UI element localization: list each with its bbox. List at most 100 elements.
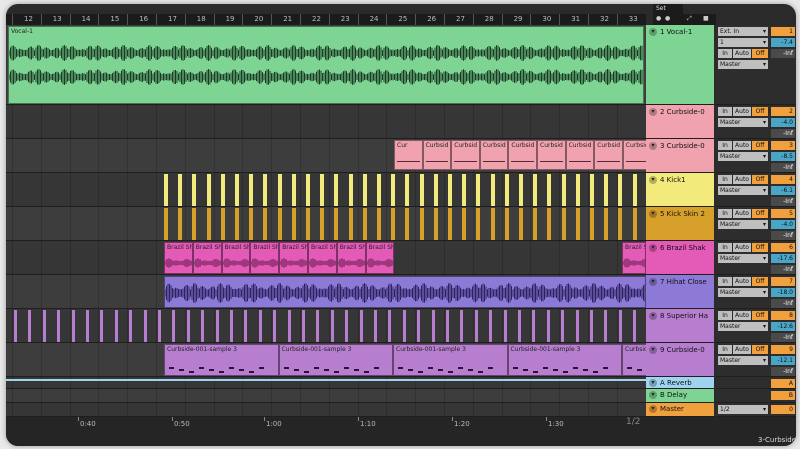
fold-arrow-icon[interactable]: ▾ <box>649 391 657 399</box>
track-number[interactable]: 1 <box>771 27 795 36</box>
clip-superior-hat[interactable] <box>489 310 493 342</box>
send-value[interactable]: -Inf <box>771 197 795 206</box>
clip-superior-hat[interactable] <box>446 310 449 342</box>
clip-kick[interactable] <box>618 174 623 206</box>
monitor-in-button[interactable]: In <box>718 175 732 184</box>
clip-kick-skin[interactable] <box>334 208 339 240</box>
clip-hihat[interactable] <box>164 276 646 308</box>
clip-kick[interactable] <box>291 174 296 206</box>
add-icon[interactable]: ● <box>665 15 670 22</box>
clip-curbside[interactable]: Curbsid <box>565 140 595 170</box>
clip-kick-skin[interactable] <box>306 208 310 240</box>
clip-brazil-shaker[interactable]: Brazil Sh <box>308 242 337 274</box>
clip-superior-hat[interactable] <box>42 310 46 342</box>
return-number[interactable]: A <box>771 379 795 388</box>
track-lane[interactable] <box>6 105 646 139</box>
set-label[interactable]: Set <box>653 4 683 14</box>
return-number[interactable]: B <box>771 391 795 400</box>
clip-vocal-1[interactable]: Vocal-1 <box>8 26 644 104</box>
clip-curbside-sample[interactable]: Curbside-001-sample 3 <box>622 344 646 376</box>
clip-superior-hat[interactable] <box>14 310 17 342</box>
monitor-off-button[interactable]: Off <box>752 277 768 286</box>
output-select[interactable]: Master <box>718 152 768 161</box>
clip-kick[interactable] <box>462 174 467 206</box>
clip-superior-hat[interactable] <box>215 310 219 342</box>
clip-superior-hat[interactable] <box>618 310 622 342</box>
clip-kick-skin[interactable] <box>533 208 538 240</box>
clip-curbside-sample[interactable]: Curbside-001-sample 3 <box>507 344 622 376</box>
clip-brazil-shaker[interactable]: Brazil Sh <box>279 242 308 274</box>
monitor-in-button[interactable]: In <box>718 49 732 58</box>
clip-brazil-shaker[interactable]: Brazil Sh <box>622 242 646 274</box>
arrangement-view[interactable]: Vocal-1 Cur Curbsid Curbsid Curbsid Curbsid Cu… <box>6 25 646 417</box>
fold-arrow-icon[interactable]: ▾ <box>649 312 657 320</box>
volume-value[interactable]: -8.5 <box>771 152 795 161</box>
volume-value[interactable]: -18.0 <box>771 288 795 297</box>
monitor-in-button[interactable]: In <box>718 311 732 320</box>
clip-brazil-shaker[interactable]: Brazil Sh <box>192 242 222 274</box>
clip-kick[interactable] <box>561 174 566 206</box>
clip-kick-skin[interactable] <box>448 208 452 240</box>
clip-brazil-shaker[interactable]: Brazil Sh <box>221 242 251 274</box>
clip-kick[interactable] <box>263 174 268 206</box>
clip-kick[interactable] <box>192 174 197 206</box>
clip-superior-hat[interactable] <box>258 310 262 342</box>
track-header[interactable]: ▾ 8 Superior Ha <box>646 309 714 343</box>
clip-kick-skin[interactable] <box>263 208 268 240</box>
monitor-in-button[interactable]: In <box>718 209 732 218</box>
clip-kick-skin[interactable] <box>519 208 523 240</box>
volume-value[interactable]: -4.0 <box>771 118 795 127</box>
bar-ruler[interactable]: 12 13 14 15 16 17 18 19 20 21 22 23 24 25 26 27 28 29 30 31… <box>6 14 646 25</box>
clip-superior-hat[interactable] <box>244 310 248 342</box>
clip-kick-skin[interactable] <box>206 208 211 240</box>
output-select[interactable]: Master <box>718 288 768 297</box>
clip-superior-hat[interactable] <box>561 310 565 342</box>
monitor-auto-button[interactable]: Auto <box>733 49 751 58</box>
track-lane[interactable] <box>6 403 646 417</box>
clip-curbside[interactable]: Cur <box>394 140 423 170</box>
output-select[interactable]: Master <box>718 186 768 195</box>
track-header[interactable]: ▾ 1 Vocal-1 <box>646 25 714 105</box>
monitor-in-button[interactable]: In <box>718 277 732 286</box>
clip-kick-skin[interactable] <box>405 208 410 240</box>
input-type-select[interactable]: Ext. In <box>718 27 768 36</box>
clip-kick[interactable] <box>362 174 367 206</box>
clip-curbside[interactable]: Curbsid <box>479 140 509 170</box>
clip-kick[interactable] <box>504 174 509 206</box>
clip-kick-skin[interactable] <box>192 208 197 240</box>
clip-kick-skin[interactable] <box>632 208 637 240</box>
fold-arrow-icon[interactable]: ▾ <box>649 210 657 218</box>
clip-kick-skin[interactable] <box>235 208 239 240</box>
send-value[interactable]: -Inf <box>771 129 795 138</box>
clip-superior-hat[interactable] <box>575 310 579 342</box>
clip-kick-skin[interactable] <box>362 208 367 240</box>
clip-kick[interactable] <box>533 174 538 206</box>
clip-curbside[interactable]: Curbsid <box>451 140 480 170</box>
clip-kick[interactable] <box>490 174 495 206</box>
input-channel-select[interactable]: 1 <box>718 38 768 47</box>
clip-kick[interactable] <box>178 174 183 206</box>
clip-kick-skin[interactable] <box>419 208 424 240</box>
fold-arrow-icon[interactable]: ▾ <box>649 176 657 184</box>
track-header[interactable]: ▾ B Delay <box>646 389 714 403</box>
monitor-off-button[interactable]: Off <box>752 49 768 58</box>
fold-arrow-icon[interactable]: ▾ <box>649 142 657 150</box>
clip-kick[interactable] <box>433 174 438 206</box>
clip-curbside-sample[interactable]: Curbside-001-sample 3 <box>393 344 508 376</box>
clip-kick[interactable] <box>391 174 396 206</box>
clip-superior-hat[interactable] <box>71 310 75 342</box>
expand-icon[interactable]: ⤢ <box>687 15 692 23</box>
monitor-auto-button[interactable]: Auto <box>733 345 751 354</box>
clip-kick-skin[interactable] <box>164 208 168 240</box>
monitor-off-button[interactable]: Off <box>752 175 768 184</box>
clip-kick-skin[interactable] <box>618 208 623 240</box>
clip-kick[interactable] <box>476 174 481 206</box>
track-header[interactable]: ▾ A Reverb <box>646 377 714 389</box>
track-number[interactable]: 8 <box>771 311 795 320</box>
clip-superior-hat[interactable] <box>417 310 421 342</box>
clip-curbside[interactable]: Curbsid <box>508 140 537 170</box>
clip-kick[interactable] <box>604 174 609 206</box>
send-value[interactable]: -Inf <box>771 299 795 308</box>
fold-arrow-icon[interactable]: ▾ <box>649 28 657 36</box>
fold-arrow-icon[interactable]: ▾ <box>649 244 657 252</box>
